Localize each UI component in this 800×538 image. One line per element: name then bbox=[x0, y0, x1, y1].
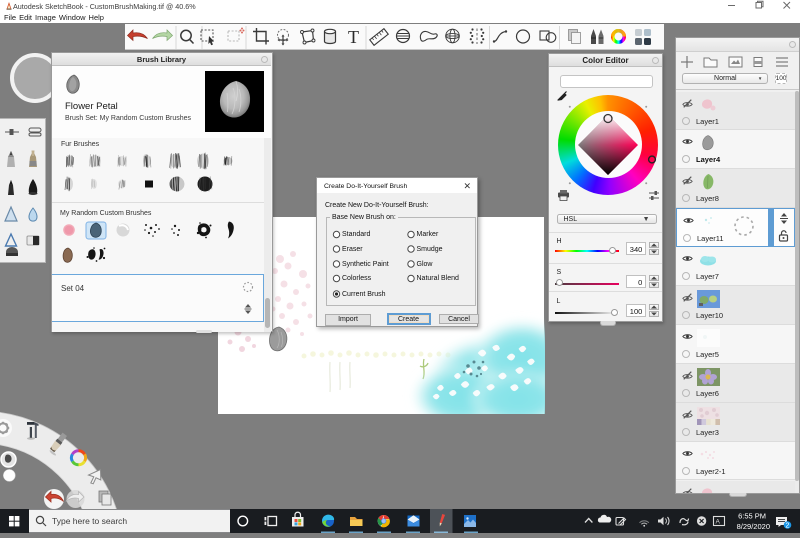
svg-text:6:55 PM: 6:55 PM bbox=[738, 512, 766, 521]
svg-text:Type here to search: Type here to search bbox=[52, 516, 127, 526]
svg-text:T: T bbox=[348, 27, 359, 47]
svg-text:8/29/2020: 8/29/2020 bbox=[737, 522, 770, 531]
svg-text:2: 2 bbox=[786, 523, 790, 530]
svg-text:A: A bbox=[716, 519, 721, 526]
